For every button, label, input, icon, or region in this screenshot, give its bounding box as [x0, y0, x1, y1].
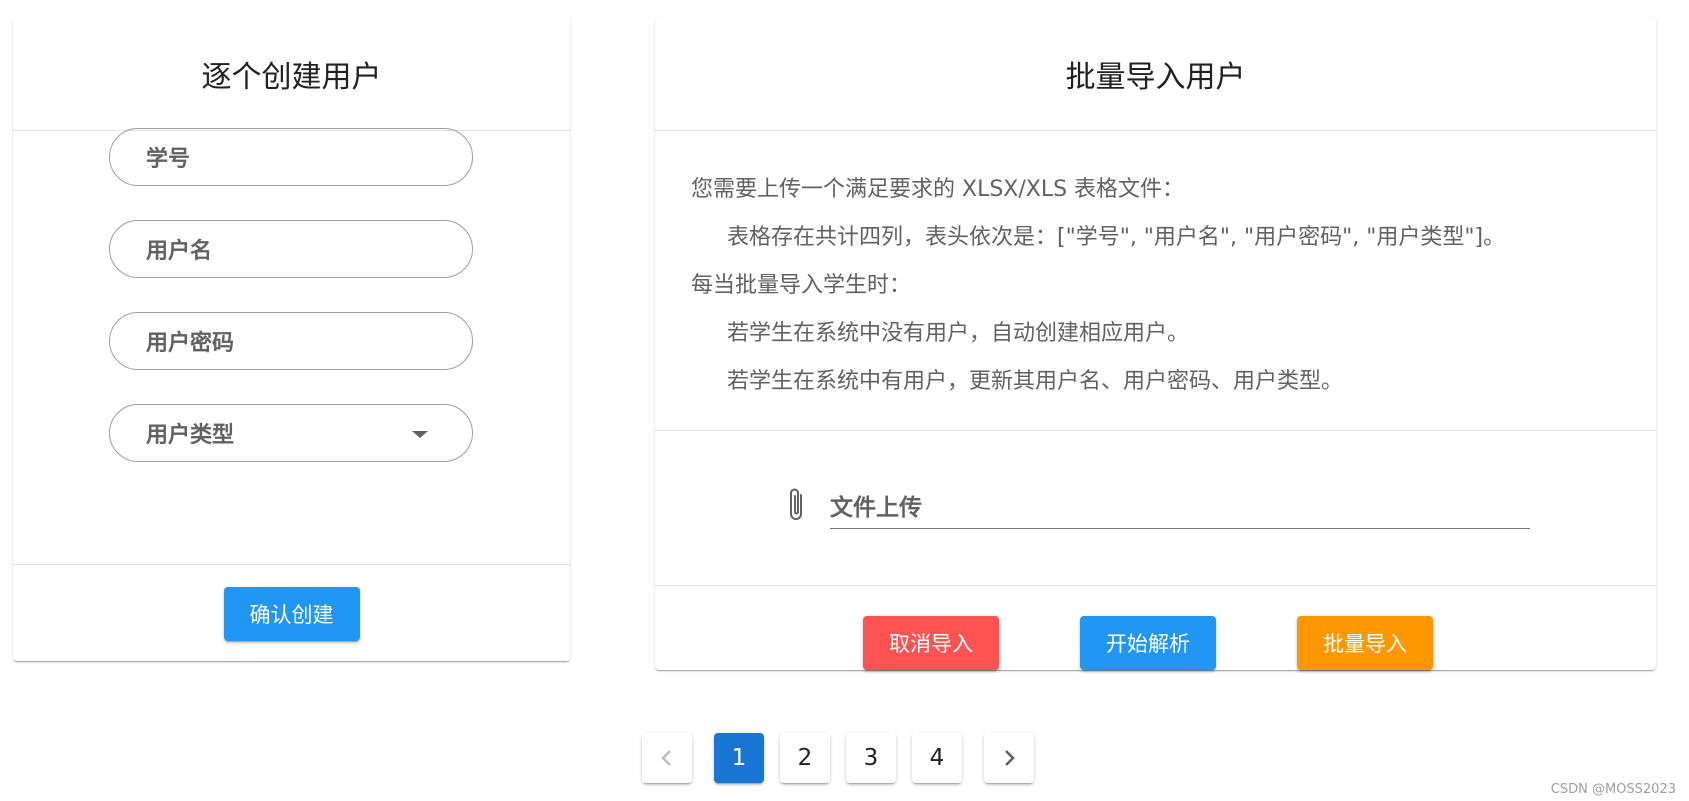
create-user-card: 逐个创建用户 学号 用户名 用户密码 用户类型 确认创建: [13, 17, 570, 661]
import-users-card: 批量导入用户 您需要上传一个满足要求的 XLSX/XLS 表格文件： 表格存在共…: [655, 17, 1656, 670]
file-upload-label: 文件上传: [830, 495, 922, 521]
import-users-title: 批量导入用户: [655, 17, 1656, 131]
user-type-select[interactable]: 用户类型: [109, 404, 473, 462]
upload-section: 文件上传: [655, 432, 1656, 586]
paperclip-icon[interactable]: [785, 485, 809, 525]
instruction-line: 每当批量导入学生时：: [691, 273, 912, 298]
password-label: 用户密码: [146, 331, 235, 356]
page-button-1[interactable]: 1: [714, 733, 764, 783]
create-actions: 确认创建: [13, 564, 570, 662]
cancel-import-button[interactable]: 取消导入: [863, 616, 999, 670]
next-page-button[interactable]: [984, 733, 1034, 783]
student-id-label: 学号: [146, 147, 191, 172]
page-button-2[interactable]: 2: [780, 733, 830, 783]
instruction-line: 若学生在系统中没有用户，自动创建相应用户。: [727, 321, 1190, 346]
start-parse-button[interactable]: 开始解析: [1080, 616, 1216, 670]
instruction-line: 表格存在共计四列，表头依次是：["学号", "用户名", "用户密码", "用户…: [727, 225, 1506, 250]
batch-import-button[interactable]: 批量导入: [1297, 616, 1433, 670]
pagination: 1 2 3 4: [642, 733, 1034, 783]
page-button-3[interactable]: 3: [846, 733, 896, 783]
dropdown-arrow-icon[interactable]: [412, 431, 428, 438]
create-user-title: 逐个创建用户: [13, 17, 570, 131]
username-field[interactable]: 用户名: [109, 220, 473, 278]
prev-page-button[interactable]: [642, 733, 692, 783]
password-field[interactable]: 用户密码: [109, 312, 473, 370]
file-upload-input[interactable]: 文件上传: [830, 482, 1530, 529]
user-type-label: 用户类型: [146, 423, 235, 448]
confirm-create-button[interactable]: 确认创建: [223, 586, 360, 641]
chevron-left-icon: [661, 750, 671, 766]
import-instructions: 您需要上传一个满足要求的 XLSX/XLS 表格文件： 表格存在共计四列，表头依…: [655, 131, 1656, 431]
instruction-line: 您需要上传一个满足要求的 XLSX/XLS 表格文件：: [691, 177, 1185, 202]
page-button-4[interactable]: 4: [912, 733, 962, 783]
instruction-line: 若学生在系统中有用户，更新其用户名、用户密码、用户类型。: [727, 369, 1344, 394]
import-actions: 取消导入 开始解析 批量导入: [863, 616, 1433, 670]
watermark: CSDN @MOSS2023: [1550, 782, 1676, 797]
username-label: 用户名: [146, 239, 213, 264]
student-id-field[interactable]: 学号: [109, 128, 473, 186]
chevron-right-icon: [1005, 750, 1015, 766]
